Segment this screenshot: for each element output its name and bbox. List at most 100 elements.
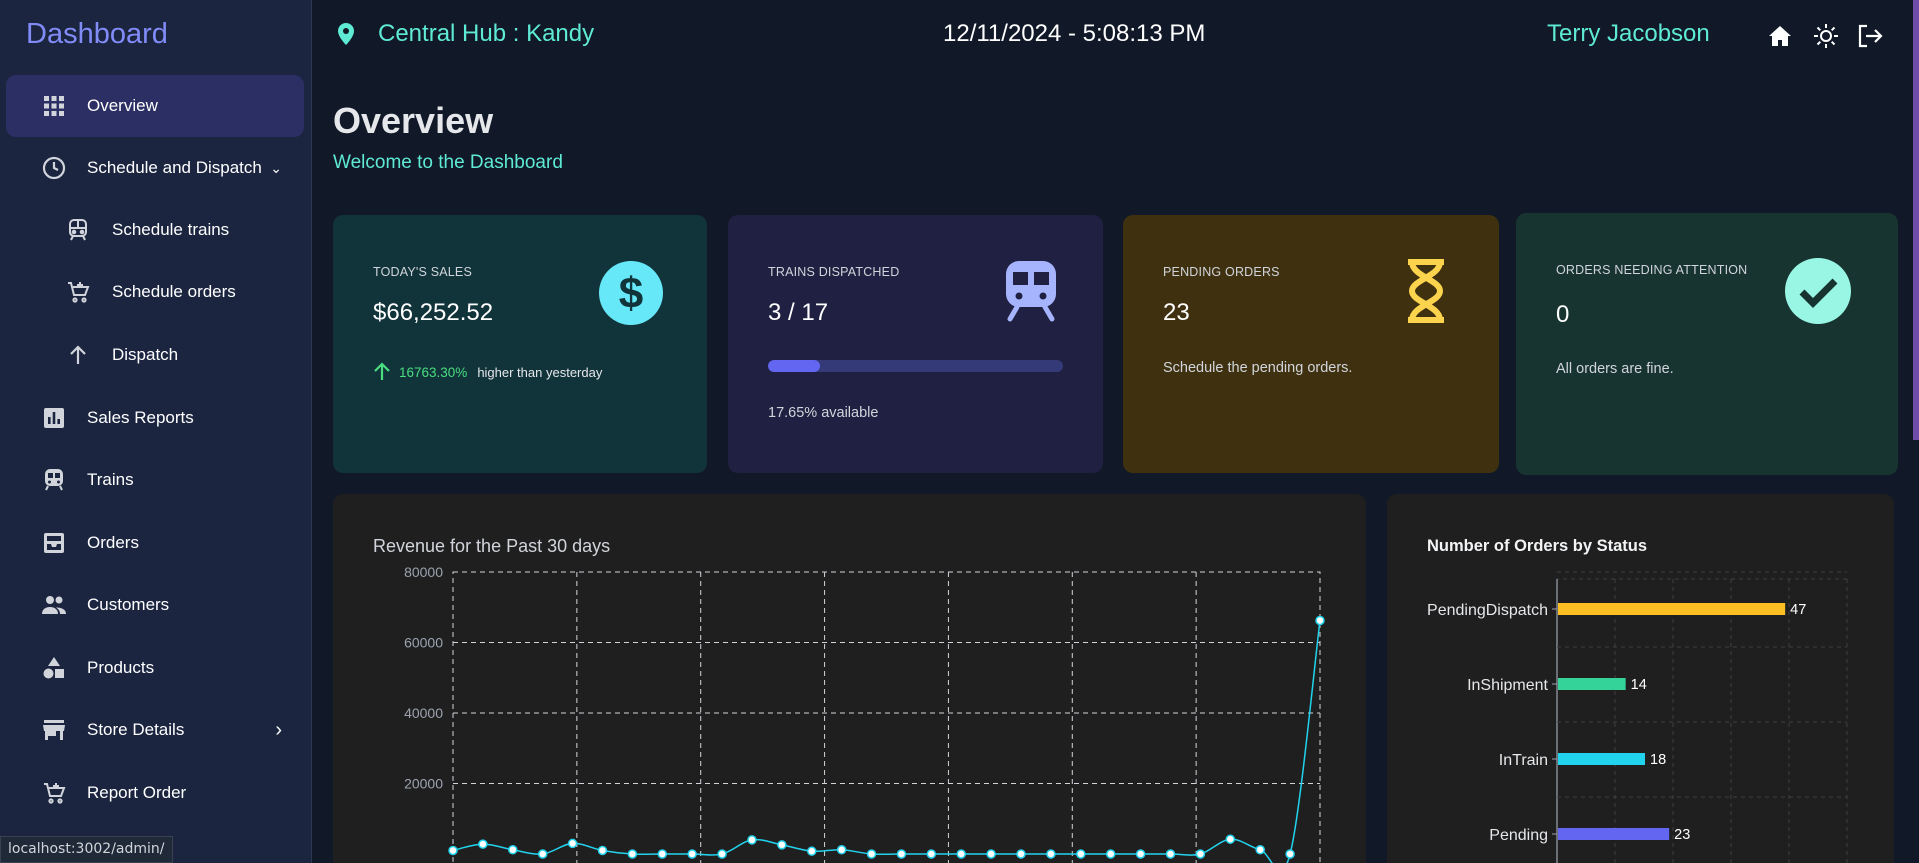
sidebar-item-label: Trains [87,470,134,489]
train-icon [40,466,68,494]
card-title: TRAINS DISPATCHED [768,265,900,279]
bar [1558,828,1670,840]
sales-card: TODAY'S SALES $66,252.52 $ 16763.30% hig… [333,215,707,473]
sun-icon[interactable] [1812,22,1840,50]
sidebar-item-customers[interactable]: Customers [6,574,304,636]
bar-value-label: 14 [1631,677,1647,693]
sidebar-item-overview[interactable]: Overview [6,75,304,137]
sidebar-item-label: Sales Reports [87,408,194,427]
bar [1558,603,1786,615]
data-point [1135,849,1146,859]
page-subtitle: Welcome to the Dashboard [333,152,563,173]
sidebar-item-schedule-and-dispatch[interactable]: Schedule and Dispatch ⌄ [6,137,304,199]
sidebar-item-label: Schedule orders [112,282,236,301]
chart-icon [40,404,68,432]
bar-value-label: 47 [1790,602,1806,618]
data-point [537,849,548,859]
card-value: 0 [1556,301,1570,328]
bar-value-label: 23 [1674,827,1690,843]
sidebar-item-label: Report Order [87,783,187,802]
sidebar-item-label: Store Details [87,720,185,739]
chart-frame [452,571,1321,863]
category-label: InTrain [1499,752,1548,769]
sidebar-item-label: Customers [87,595,170,614]
card-title: PENDING ORDERS [1163,265,1280,279]
hourglass-icon [1393,258,1459,324]
category-label: InShipment [1467,677,1548,694]
card-value: 3 / 17 [768,299,829,326]
attention-card: ORDERS NEEDING ATTENTION 0 All orders ar… [1516,213,1898,475]
sidebar-item-label: Schedule and Dispatch [87,158,262,177]
sidebar-item-report-order[interactable]: Report Order [6,762,304,824]
sidebar-item-sales-reports[interactable]: Sales Reports [6,387,304,449]
y-tick-label: 80000 [404,564,443,580]
data-point [567,838,578,849]
data-point [478,839,488,849]
sidebar-item-schedule-orders[interactable]: Schedule orders [6,261,304,323]
progress-fill [768,360,821,372]
card-note: Schedule the pending orders. [1163,360,1353,376]
scrollbar-thumb[interactable] [1913,0,1919,440]
chevron-right-icon: › [275,718,282,741]
data-point [1016,849,1026,859]
data-point [747,835,757,845]
orders-status-panel: Number of Orders by Status PendingDispat… [1387,494,1894,863]
data-point [956,849,966,859]
data-point [687,849,697,859]
trains-progress-bar [768,360,1063,372]
data-point [627,849,638,859]
bar-value-label: 18 [1650,752,1666,768]
data-point [1076,849,1086,859]
data-point [777,840,787,850]
sales-change-text: higher than yesterday [477,365,603,380]
chevron-down-icon: ⌄ [270,159,282,176]
sidebar-item-label: Products [87,658,155,677]
data-point [508,845,518,855]
data-point [896,849,907,859]
location-pin-icon [335,22,357,51]
arrow-up-icon [64,341,92,369]
sidebar-item-products[interactable]: Products [6,637,304,699]
user-name[interactable]: Terry Jacobson [1547,20,1710,48]
card-title: ORDERS NEEDING ATTENTION [1556,263,1748,277]
category-label: PendingDispatch [1427,602,1548,619]
data-point [448,845,458,856]
card-note: All orders are fine. [1556,361,1674,377]
grid-icon [40,92,68,120]
arrow-up-icon [373,361,391,384]
train-icon [998,258,1064,324]
sidebar: Dashboard Overview Schedule and Dispatch… [0,0,312,863]
check-circle-icon [1785,258,1851,324]
card-title: TODAY'S SALES [373,265,473,279]
inbox-icon [40,529,68,557]
logout-icon[interactable] [1856,22,1884,50]
cart-add-icon [40,779,68,807]
revenue-line-chart: 80000 60000 40000 20000 [404,564,1325,863]
card-value: 23 [1163,299,1190,326]
sidebar-item-label: Overview [87,96,158,115]
data-point [1285,849,1295,859]
y-tick-label: 60000 [404,635,443,651]
brand-title[interactable]: Dashboard [26,18,168,51]
sidebar-item-label: Orders [87,533,139,552]
data-point [1255,845,1265,855]
data-point [1195,849,1206,859]
revenue-line [452,620,1321,863]
cart-add-icon [64,278,92,306]
sidebar-item-store-details[interactable]: Store Details › [6,699,304,761]
sidebar-item-schedule-trains[interactable]: Schedule trains [6,199,304,261]
store-icon [40,716,68,744]
sidebar-item-trains[interactable]: Trains [6,449,304,511]
sidebar-item-orders[interactable]: Orders [6,512,304,574]
status-bar-url: localhost:3002/admin/ [0,836,173,863]
revenue-chart-panel: Revenue for the Past 30 days 80000 60000 4… [333,494,1366,863]
shapes-icon [40,654,68,682]
sidebar-item-label: Schedule trains [112,220,230,239]
sidebar-item-dispatch[interactable]: Dispatch [6,324,304,386]
orders-bar-chart: PendingDispatch 47 InShipment 14 InTrain 18 Pe… [1427,571,1848,863]
bar [1558,753,1645,765]
home-icon[interactable] [1766,22,1794,50]
data-point [717,849,727,859]
data-point [1046,849,1056,859]
sales-trend: 16763.30% higher than yesterday [373,361,602,384]
